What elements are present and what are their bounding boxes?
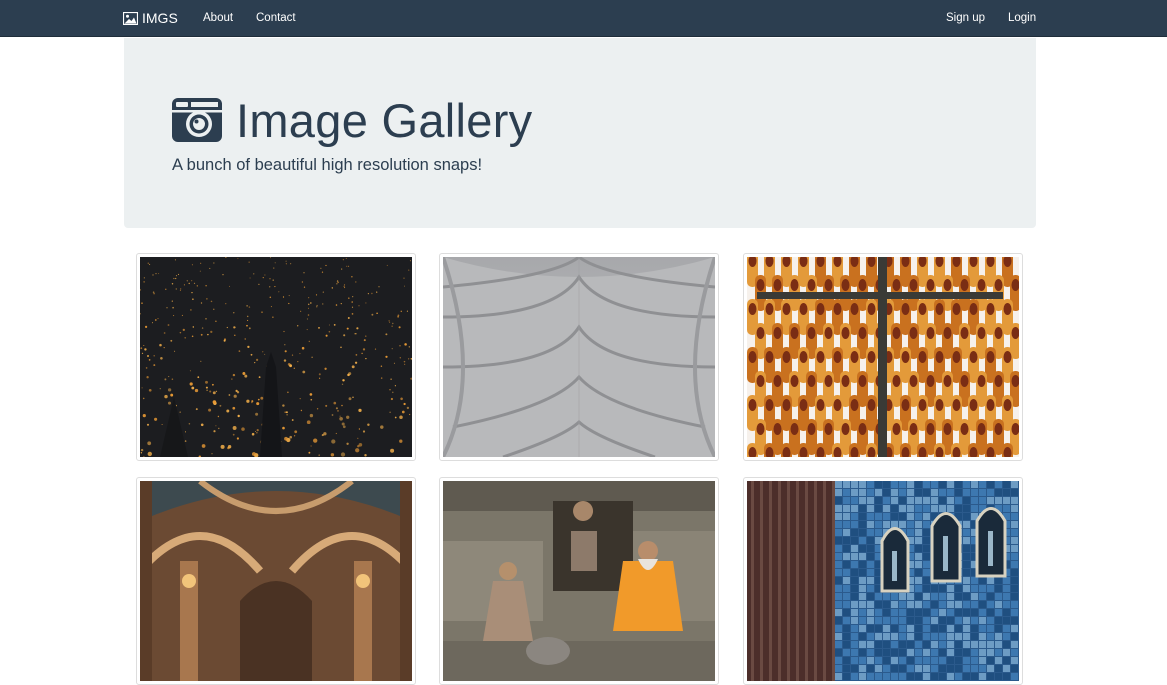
cathedral-image [140,481,412,681]
nav-about-link[interactable]: About [203,0,233,36]
amber-cross-image [747,257,1019,457]
floating-lanterns-image [140,257,412,457]
page-title: Image Gallery [171,90,532,150]
top-navbar: IMGS About Contact Sign up Login [0,0,1167,37]
sadhus-temple-photo [443,481,715,681]
gallery-thumbnail[interactable] [439,477,719,685]
gallery-thumbnail[interactable] [743,477,1023,685]
nav-contact-link[interactable]: Contact [256,0,296,36]
camera-icon [172,98,222,142]
nav-login-link[interactable]: Login [1008,0,1036,36]
cathedral-interior-photo [140,481,412,681]
gallery-thumbnail[interactable] [136,253,416,461]
blue-facade-image [747,481,1019,681]
floating-lanterns-photo [140,257,412,457]
sadhus-image [443,481,715,681]
hero-jumbotron: Image Gallery A bunch of beautiful high … [124,38,1036,228]
nav-signup-link[interactable]: Sign up [946,0,985,36]
gallery-thumbnail[interactable] [743,253,1023,461]
gallery-thumbnail[interactable] [136,477,416,685]
brand-label: IMGS [142,10,178,26]
blue-tiled-facade-photo [747,481,1019,681]
picture-icon [123,11,138,25]
page-subtitle: A bunch of beautiful high resolution sna… [172,156,483,174]
brand-link[interactable]: IMGS [123,0,178,36]
gallery-thumbnail[interactable] [439,253,719,461]
page-title-text: Image Gallery [236,93,533,147]
gothic-arch-image [443,257,715,457]
gothic-arch-ceiling-photo [443,257,715,457]
amber-cross-installation-photo [747,257,1019,457]
